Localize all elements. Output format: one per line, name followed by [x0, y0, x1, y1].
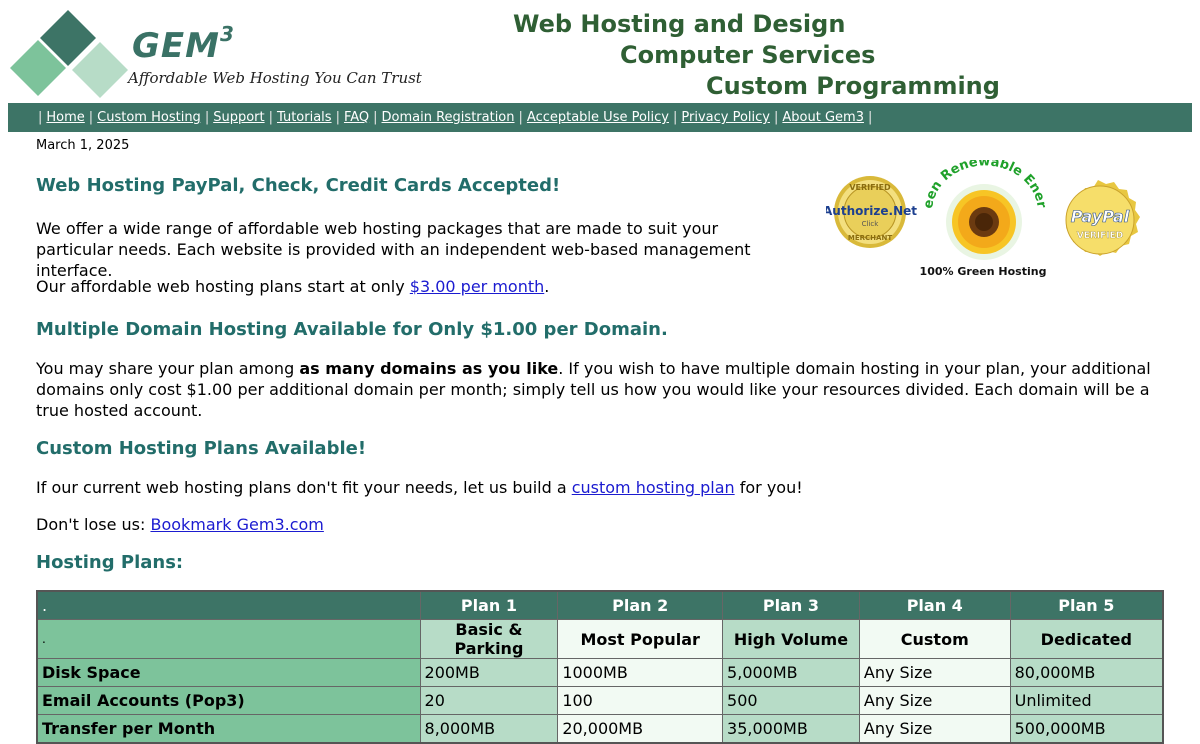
table-cell: 20,000MB: [557, 714, 724, 744]
plans-start-text: Our affordable web hosting plans start a…: [36, 277, 550, 296]
plan-header: Plan 5: [1009, 590, 1164, 620]
plan-header: Plan 3: [722, 590, 860, 620]
authorize-net-seal-icon[interactable]: VERIFIED Authorize.Net Click MERCHANT: [823, 176, 917, 248]
gem3-logo-diamonds-icon[interactable]: [6, 8, 132, 102]
nav-acceptable-use-policy[interactable]: Acceptable Use Policy: [527, 110, 669, 125]
table-cell: Any Size: [858, 714, 1011, 744]
table-row: Disk Space 200MB 1000MB 5,000MB Any Size…: [36, 658, 1164, 687]
nav-separator: |: [204, 110, 210, 125]
nav-separator: |: [673, 110, 678, 125]
bookmark-text: Don't lose us: Bookmark Gem3.com: [36, 515, 324, 534]
paypal-verified-text: VERIFIED: [1077, 231, 1124, 241]
plan-subtitle: Dedicated: [1009, 619, 1164, 659]
authorize-verified-text: VERIFIED: [849, 183, 891, 192]
table-cell: 500,000MB: [1009, 714, 1164, 744]
authorize-click-text: Click: [862, 220, 880, 228]
table-subtitle-row: . Basic & Parking Most Popular High Volu…: [36, 619, 1164, 659]
table-cell: 5,000MB: [722, 658, 860, 687]
nav-separator: |: [867, 110, 873, 125]
nav-home[interactable]: Home: [46, 110, 84, 125]
paypal-verified-seal-icon[interactable]: PayPal VERIFIED: [1065, 180, 1140, 256]
row-label: Disk Space: [36, 658, 421, 687]
service-line-3: Custom Programming: [706, 72, 1000, 100]
custom-plans-heading: Custom Hosting Plans Available!: [36, 438, 367, 459]
table-header-row: . Plan 1 Plan 2 Plan 3 Plan 4 Plan 5: [36, 590, 1164, 620]
authorize-merchant-text: MERCHANT: [848, 234, 892, 242]
table-corner-cell: .: [36, 590, 421, 620]
hosting-plans-heading: Hosting Plans:: [36, 552, 184, 573]
plan-subtitle: Custom: [858, 619, 1011, 659]
table-cell: Unlimited: [1009, 686, 1164, 715]
row-label: Transfer per Month: [36, 714, 421, 744]
intro-text: We offer a wide range of affordable web …: [36, 219, 751, 280]
nav-tutorials[interactable]: Tutorials: [277, 110, 332, 125]
sunflower-icon: [946, 184, 1022, 260]
paypal-name-text: PayPal: [1071, 207, 1130, 226]
bookmark-link[interactable]: Bookmark Gem3.com: [150, 515, 323, 534]
nav-separator: |: [335, 110, 340, 125]
plan-header: Plan 4: [858, 590, 1011, 620]
main-nav: | Home | Custom Hosting | Support | Tuto…: [8, 103, 1192, 132]
service-line-2: Computer Services: [620, 41, 876, 69]
nav-separator: |: [373, 110, 378, 125]
nav-domain-registration[interactable]: Domain Registration: [382, 110, 515, 125]
nav-separator: |: [38, 110, 43, 125]
plan-subtitle: Most Popular: [557, 619, 724, 659]
trust-badges: VERIFIED Authorize.Net Click MERCHANT Gr…: [821, 149, 1156, 290]
nav-separator: |: [774, 110, 779, 125]
custom-plans-text: If our current web hosting plans don't f…: [36, 478, 803, 497]
service-line-1: Web Hosting and Design: [513, 10, 846, 38]
table-cell: 1000MB: [557, 658, 724, 687]
current-date: March 1, 2025: [36, 138, 130, 153]
nav-support[interactable]: Support: [213, 110, 264, 125]
green-hosting-caption: 100% Green Hosting: [920, 265, 1047, 278]
row-label: Email Accounts (Pop3): [36, 686, 421, 715]
plan-subtitle: High Volume: [722, 619, 860, 659]
plan-header: Plan 2: [557, 590, 724, 620]
nav-faq[interactable]: FAQ: [344, 110, 369, 125]
table-cell: 20: [419, 686, 559, 715]
table-cell: 200MB: [419, 658, 559, 687]
table-row: Transfer per Month 8,000MB 20,000MB 35,0…: [36, 714, 1164, 744]
site-header: GEM3 Affordable Web Hosting You Can Trus…: [0, 0, 1200, 103]
table-cell: 80,000MB: [1009, 658, 1164, 687]
nav-separator: |: [88, 110, 94, 125]
table-corner-cell: .: [36, 619, 421, 659]
multi-domain-text: You may share your plan among as many do…: [36, 359, 1151, 420]
hosting-plans-table: . Plan 1 Plan 2 Plan 3 Plan 4 Plan 5 . B…: [36, 590, 1164, 744]
nav-about-gem3[interactable]: About Gem3: [782, 110, 864, 125]
logo-tagline: Affordable Web Hosting You Can Trust: [128, 69, 422, 87]
plans-price-link[interactable]: $3.00 per month: [410, 277, 544, 296]
authorize-name-text: Authorize.Net: [826, 204, 917, 218]
table-row: Email Accounts (Pop3) 20 100 500 Any Siz…: [36, 686, 1164, 715]
nav-separator: |: [268, 110, 273, 125]
nav-custom-hosting[interactable]: Custom Hosting: [97, 110, 201, 125]
table-cell: 500: [722, 686, 860, 715]
table-cell: 35,000MB: [722, 714, 860, 744]
nav-privacy-policy[interactable]: Privacy Policy: [681, 110, 770, 125]
table-cell: Any Size: [858, 658, 1011, 687]
table-cell: 100: [557, 686, 724, 715]
multi-domain-heading: Multiple Domain Hosting Available for On…: [36, 319, 668, 340]
custom-hosting-plan-link[interactable]: custom hosting plan: [572, 478, 735, 497]
table-cell: 8,000MB: [419, 714, 559, 744]
plan-subtitle: Basic & Parking: [419, 619, 559, 659]
nav-separator: |: [518, 110, 523, 125]
paypal-heading: Web Hosting PayPal, Check, Credit Cards …: [36, 175, 561, 196]
logo-wordmark[interactable]: GEM3: [132, 22, 235, 66]
table-cell: Any Size: [858, 686, 1011, 715]
plan-header: Plan 1: [419, 590, 559, 620]
